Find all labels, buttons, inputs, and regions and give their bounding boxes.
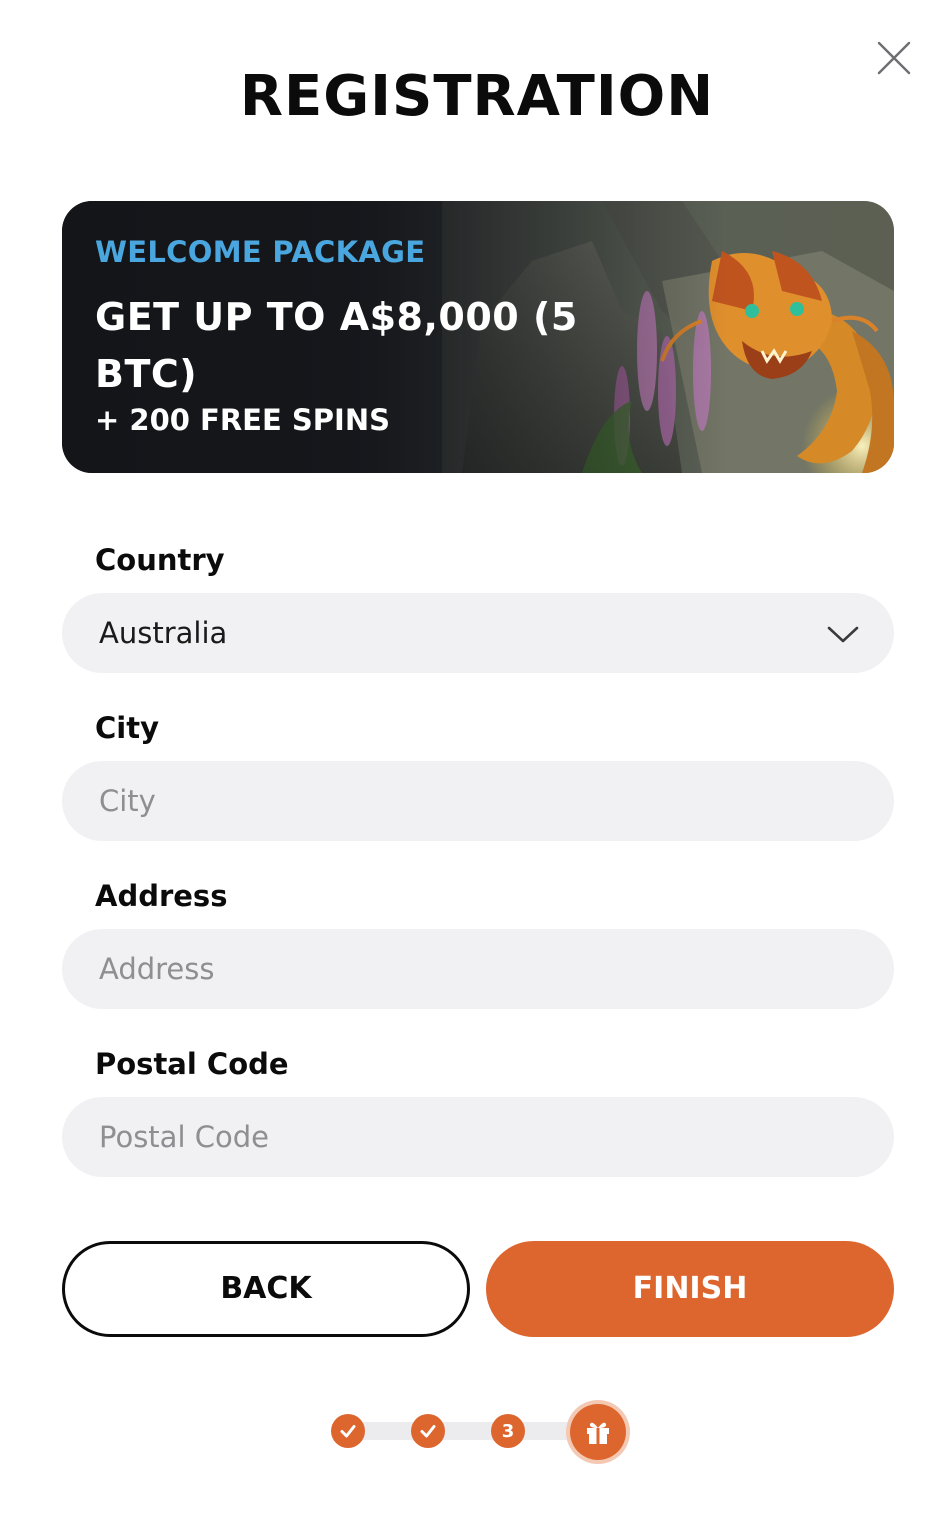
step-progress: 3 bbox=[0, 1400, 950, 1462]
address-input[interactable] bbox=[62, 929, 894, 1009]
country-select[interactable]: Australia bbox=[62, 593, 894, 673]
welcome-banner[interactable]: WELCOME PACKAGE GET UP TO A$8,000 (5 BTC… bbox=[62, 201, 894, 473]
postal-code-label: Postal Code bbox=[95, 1047, 289, 1081]
banner-eyebrow: WELCOME PACKAGE bbox=[95, 235, 426, 269]
gift-icon bbox=[587, 1422, 609, 1444]
check-icon bbox=[340, 1425, 356, 1438]
step-1-complete bbox=[331, 1414, 365, 1448]
step-3-number: 3 bbox=[501, 1420, 515, 1442]
page-title: REGISTRATION bbox=[239, 64, 715, 129]
registration-modal: REGISTRATION WELCOME PACKAGE GET UP TO A… bbox=[0, 0, 950, 1520]
city-label: City bbox=[95, 711, 159, 745]
progress-track bbox=[348, 1422, 598, 1440]
chevron-down-icon bbox=[827, 626, 859, 643]
banner-headline: GET UP TO A$8,000 (5 BTC) bbox=[95, 295, 578, 396]
address-label: Address bbox=[95, 879, 228, 913]
check-icon bbox=[420, 1425, 436, 1438]
step-2-complete bbox=[411, 1414, 445, 1448]
country-value: Australia bbox=[99, 616, 228, 650]
finish-button[interactable]: FINISH bbox=[486, 1241, 894, 1337]
banner-subline: + 200 FREE SPINS bbox=[95, 403, 390, 437]
back-button[interactable]: BACK bbox=[62, 1241, 470, 1337]
postal-code-input[interactable] bbox=[62, 1097, 894, 1177]
step-reward bbox=[570, 1404, 626, 1460]
step-3-current: 3 bbox=[491, 1414, 525, 1448]
country-label: Country bbox=[95, 543, 225, 577]
city-input[interactable] bbox=[62, 761, 894, 841]
